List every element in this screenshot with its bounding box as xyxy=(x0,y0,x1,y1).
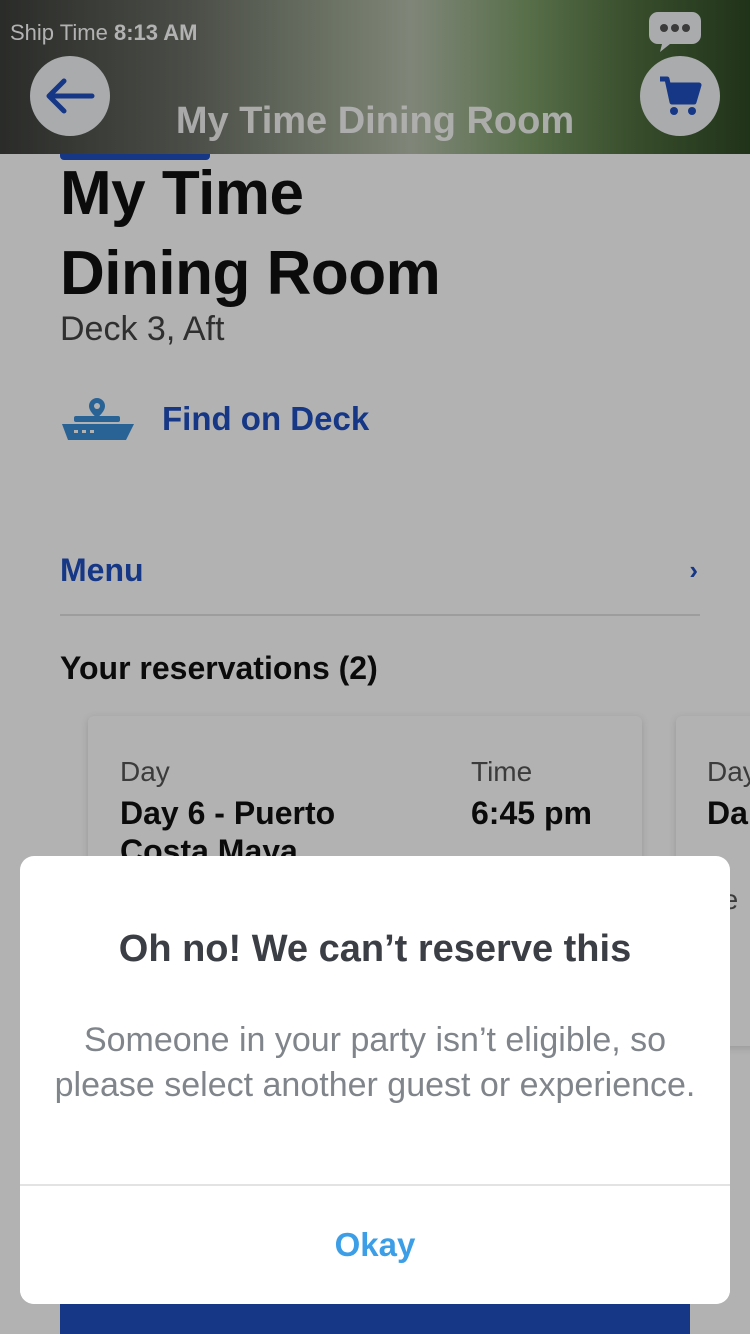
alert-dialog: Oh no! We can’t reserve this Someone in … xyxy=(20,856,730,1304)
dialog-message: Someone in your party isn’t eligible, so… xyxy=(54,1021,696,1104)
dialog-title: Oh no! We can’t reserve this xyxy=(118,928,632,970)
okay-button[interactable]: Okay xyxy=(20,1186,730,1304)
